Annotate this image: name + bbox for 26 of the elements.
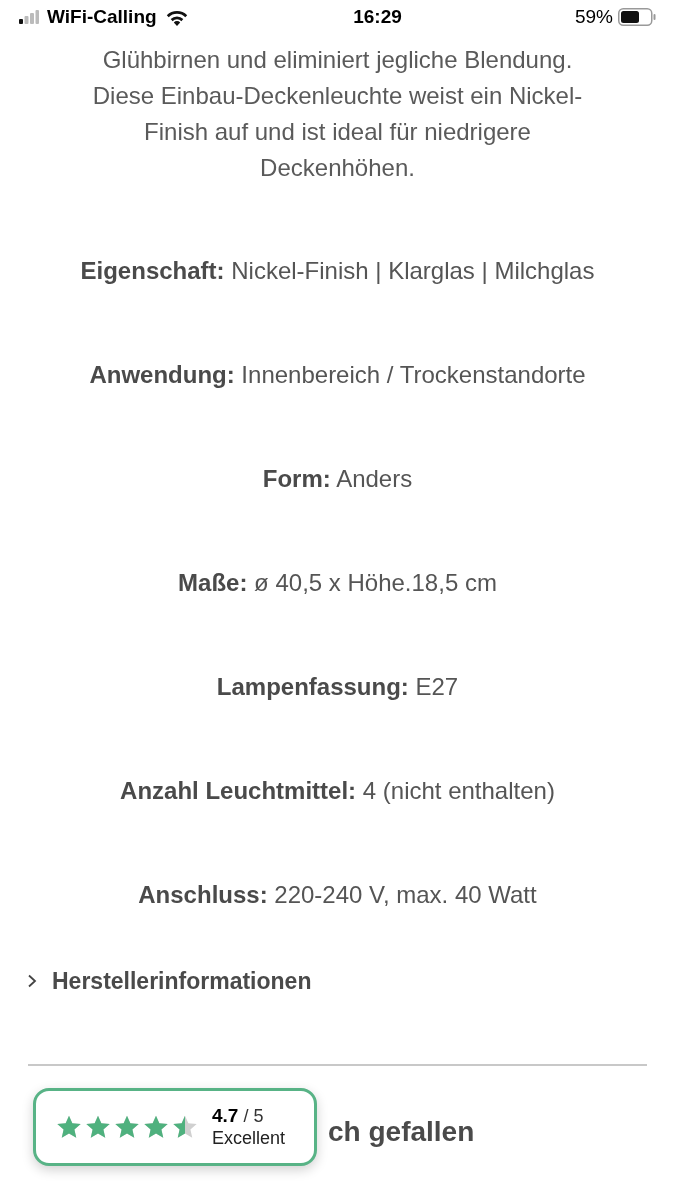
clock-time: 16:29 <box>353 4 402 29</box>
spec-line: Lampenfassung: E27 <box>216 672 459 702</box>
chevron-icon <box>26 974 38 988</box>
rating-label: Excellent <box>212 1127 286 1149</box>
spec-line: Eigenschaft: Nickel-Finish | Klarglas | Milchglas <box>80 256 595 286</box>
signal-icon <box>19 10 39 24</box>
star-icon <box>56 1114 82 1140</box>
star-icon <box>114 1114 140 1140</box>
star-icon <box>85 1114 111 1140</box>
star-icon <box>172 1114 198 1140</box>
wifi-icon <box>164 8 189 26</box>
star-icon <box>143 1114 169 1140</box>
section-heading: ch gefallen <box>328 1115 475 1149</box>
rating-score: 4.7 <box>212 1105 239 1127</box>
battery-icon <box>618 8 656 26</box>
description-paragraph: Glühbirnen und eliminiert jegliche Blendung. Diese Einbau-Deckenleuchte weist ein Nickel-Finish auf und ist ideal für niedrigere Deckenhöhen. <box>91 45 584 183</box>
spec-line: Form: Anders <box>262 464 413 494</box>
battery-percentage: 59% <box>574 4 613 29</box>
spec-line: Anzahl Leuchtmittel: 4 (nicht enthalten) <box>120 776 555 806</box>
spec-line: Anwendung: Innenbereich / Trockenstandorte <box>89 360 586 390</box>
spec-line: Anschluss: 220-240 V, max. 40 Watt <box>138 880 537 910</box>
rating-scale: / 5 <box>243 1105 264 1127</box>
accordion-toggle[interactable]: Herstellerinformationen <box>26 965 312 997</box>
carrier-label: WiFi-Calling <box>47 4 157 29</box>
rating-badge[interactable]: 4.7 / 5 Excellent <box>33 1088 317 1166</box>
spec-line: Maße: ø 40,5 x Höhe.18,5 cm <box>178 568 497 598</box>
